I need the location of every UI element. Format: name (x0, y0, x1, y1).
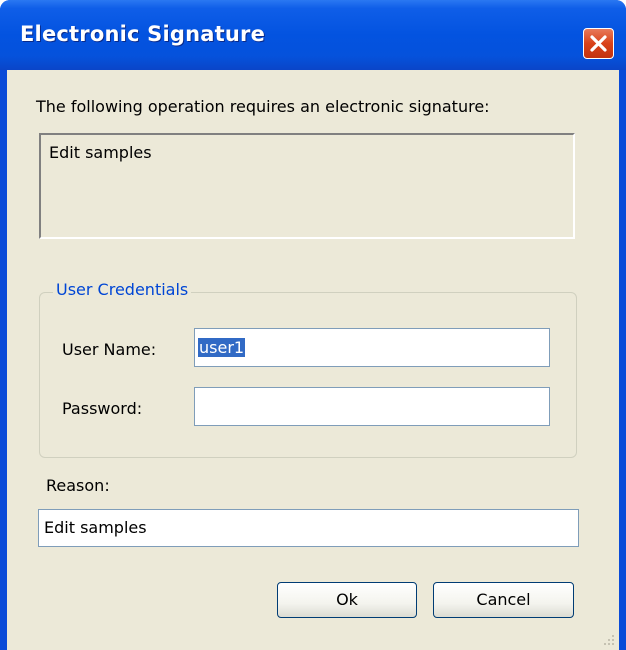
password-label: Password: (62, 399, 143, 418)
ok-button[interactable]: Ok (277, 582, 417, 618)
username-value: user1 (198, 338, 246, 357)
operation-description-box: Edit samples (39, 133, 575, 239)
window-title: Electronic Signature (20, 22, 266, 46)
reason-label: Reason: (46, 476, 110, 495)
password-input[interactable] (194, 387, 550, 426)
username-label: User Name: (62, 340, 157, 359)
reason-input[interactable]: Edit samples (38, 509, 579, 547)
close-button[interactable] (583, 28, 614, 59)
electronic-signature-dialog: Electronic Signature The following opera… (0, 0, 626, 650)
operation-description: Edit samples (49, 143, 152, 162)
cancel-button[interactable]: Cancel (433, 582, 574, 618)
close-icon (590, 35, 607, 52)
user-credentials-group (39, 292, 577, 458)
user-credentials-legend: User Credentials (53, 280, 192, 299)
title-bar[interactable]: Electronic Signature (0, 0, 626, 70)
reason-value: Edit samples (44, 518, 147, 537)
operation-prompt: The following operation requires an elec… (36, 97, 490, 116)
dialog-body: The following operation requires an elec… (7, 70, 619, 650)
resize-grip-icon[interactable] (601, 632, 615, 646)
username-input[interactable]: user1 (194, 328, 550, 367)
